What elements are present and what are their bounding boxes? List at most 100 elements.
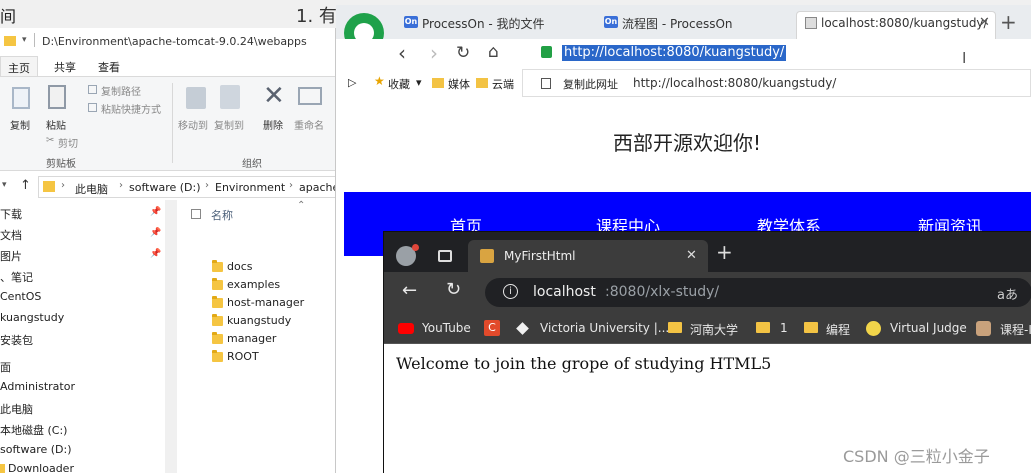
folder-icon xyxy=(668,322,682,333)
bookmark-favorites[interactable]: 收藏 xyxy=(388,76,410,92)
notification-dot xyxy=(412,244,419,251)
close-icon[interactable]: ✕ xyxy=(686,248,697,263)
nav-item-drive-d[interactable]: software (D:) xyxy=(0,443,72,456)
address-bar[interactable]: i localhost :8080/xlx-study/ aあ xyxy=(485,278,1031,307)
dropdown-url-text[interactable]: http://localhost:8080/kuangstudy/ xyxy=(633,76,836,90)
reload-icon[interactable]: ↻ xyxy=(456,43,470,63)
nav-item-centos[interactable]: CentOS xyxy=(0,290,41,303)
pin-icon[interactable]: 📌 xyxy=(150,207,161,217)
copy-button[interactable]: 复制 xyxy=(10,117,30,132)
bookmark-virtual-judge[interactable]: Virtual Judge xyxy=(890,321,967,335)
avatar-icon xyxy=(976,321,991,336)
rename-button[interactable]: 重命名 xyxy=(294,117,324,132)
nav-item-administrator[interactable]: Administrator xyxy=(0,380,75,393)
nav-item-documents[interactable]: 文档 xyxy=(0,227,22,243)
new-tab-button[interactable]: + xyxy=(1000,10,1017,34)
close-icon[interactable]: ✕ xyxy=(979,15,990,30)
cut-button[interactable]: 剪切 xyxy=(58,135,78,150)
bookmark-media[interactable]: 媒体 xyxy=(448,76,470,92)
breadcrumb-apache[interactable]: apache xyxy=(299,181,335,194)
chevron-right-icon[interactable]: › xyxy=(61,180,65,191)
tab-myfirsthtml[interactable]: MyFirstHtml ✕ xyxy=(468,240,708,272)
sort-up-icon: ⌃ xyxy=(297,200,306,211)
up-arrow-icon[interactable]: ↑ xyxy=(20,178,31,193)
tab-processon-flowchart[interactable]: On 流程图 - ProcessOn xyxy=(598,11,794,39)
back-icon[interactable]: ← xyxy=(402,280,417,301)
scissors-icon: ✂ xyxy=(46,135,55,146)
folder-icon xyxy=(476,78,488,88)
nav-item-notes[interactable]: 、笔记 xyxy=(0,269,33,285)
copy-icon xyxy=(541,78,551,89)
bookmark-course[interactable]: 课程-I xyxy=(1000,321,1031,338)
folder-icon xyxy=(0,464,5,473)
pin-icon[interactable]: 📌 xyxy=(150,228,161,238)
copy-to-button[interactable]: 复制到 xyxy=(214,117,244,132)
chevron-down-icon[interactable]: ▾ xyxy=(2,180,7,190)
folder-icon xyxy=(212,350,223,362)
tab-actions-icon[interactable] xyxy=(438,250,452,262)
tab-processon-files[interactable]: On ProcessOn - 我的文件 xyxy=(398,11,594,39)
file-name: docs xyxy=(227,260,253,273)
bookmark-victoria-university[interactable]: Victoria University |... xyxy=(540,321,669,335)
page-icon xyxy=(805,17,817,29)
copy-path-button[interactable]: 复制路径 xyxy=(101,83,141,98)
clipboard-group-label: 剪贴板 xyxy=(46,159,76,170)
bookmark-cloud[interactable]: 云端 xyxy=(492,76,514,92)
nav-item-desktop[interactable]: 面 xyxy=(0,359,11,375)
delete-button[interactable]: 删除 xyxy=(263,117,283,132)
home-icon[interactable]: ⌂ xyxy=(488,42,499,62)
new-tab-icon[interactable]: + xyxy=(716,240,733,264)
forward-icon[interactable]: › xyxy=(430,41,438,65)
nav-item-downloads[interactable]: 下载 xyxy=(0,206,22,222)
tab-home[interactable]: 主页 xyxy=(0,56,38,76)
nav-pane-scrollbar[interactable] xyxy=(165,200,177,473)
url-host[interactable]: localhost xyxy=(533,284,596,300)
nav-item-drive-c[interactable]: 本地磁盘 (C:) xyxy=(0,422,67,438)
url-input[interactable]: http://localhost:8080/kuangstudy/ xyxy=(562,45,787,61)
chevron-right-icon[interactable]: › xyxy=(119,180,123,191)
column-header-name[interactable]: 名称 xyxy=(211,207,233,223)
address-bar[interactable]: › 此电脑 › software (D:) › Environment › ap… xyxy=(38,176,335,198)
bookmark-folder-1[interactable]: 1 xyxy=(780,321,788,335)
bookmark-youtube[interactable]: YouTube xyxy=(422,321,471,335)
tab-view[interactable]: 查看 xyxy=(98,59,120,75)
chevron-down-icon[interactable]: ▾ xyxy=(22,35,27,45)
c-red-icon[interactable]: C xyxy=(484,320,500,336)
reload-icon[interactable]: ↻ xyxy=(446,279,461,300)
url-path[interactable]: :8080/xlx-study/ xyxy=(605,284,719,300)
sidebar-toggle-icon[interactable]: ▷ xyxy=(348,76,356,89)
breadcrumb-this-pc[interactable]: 此电脑 xyxy=(75,181,108,197)
chevron-down-icon[interactable]: ▾ xyxy=(416,76,422,89)
tab-share[interactable]: 共享 xyxy=(54,59,76,75)
nav-item-downloader[interactable]: Downloader xyxy=(8,462,74,473)
shield-icon[interactable] xyxy=(541,46,552,58)
nav-item-this-pc[interactable]: 此电脑 xyxy=(0,401,33,417)
chevron-right-icon[interactable]: › xyxy=(289,180,293,191)
bookmark-programming[interactable]: 编程 xyxy=(826,321,850,338)
nav-item-pictures[interactable]: 图片 xyxy=(0,248,22,264)
paste-button[interactable]: 粘贴 xyxy=(46,117,66,132)
read-aloud-button[interactable]: aあ xyxy=(997,284,1018,303)
nav-item-kuangstudy[interactable]: kuangstudy xyxy=(0,311,64,324)
csdn-watermark: CSDN @三粒小金子 xyxy=(843,447,990,466)
back-icon[interactable]: ‹ xyxy=(398,41,406,65)
breadcrumb-software-d[interactable]: software (D:) xyxy=(129,181,201,194)
copy-path-icon xyxy=(88,85,97,94)
move-to-button[interactable]: 移动到 xyxy=(178,117,208,132)
paste-icon xyxy=(48,85,66,109)
ribbon-tabs: 主页 共享 查看 xyxy=(0,56,335,76)
favorites-bar: YouTube C Victoria University |... 河南大学 … xyxy=(384,312,1031,344)
nav-item-installers[interactable]: 安装包 xyxy=(0,332,33,348)
chevron-right-icon[interactable]: › xyxy=(205,180,209,191)
bookmark-henan-university[interactable]: 河南大学 xyxy=(690,321,738,338)
tab-label: localhost:8080/kuangstudy/ xyxy=(821,16,988,30)
info-icon[interactable]: i xyxy=(503,284,518,299)
pin-icon[interactable]: 📌 xyxy=(150,249,161,259)
tab-localhost-kuangstudy[interactable]: localhost:8080/kuangstudy/ ✕ xyxy=(796,11,996,39)
select-all-checkbox[interactable] xyxy=(191,209,201,219)
breadcrumb-environment[interactable]: Environment xyxy=(215,181,285,194)
youtube-icon xyxy=(398,323,414,334)
paste-shortcut-button[interactable]: 粘贴快捷方式 xyxy=(101,101,161,116)
copy-url-option[interactable]: 复制此网址 xyxy=(563,76,618,92)
background-text: 间 xyxy=(0,7,17,26)
